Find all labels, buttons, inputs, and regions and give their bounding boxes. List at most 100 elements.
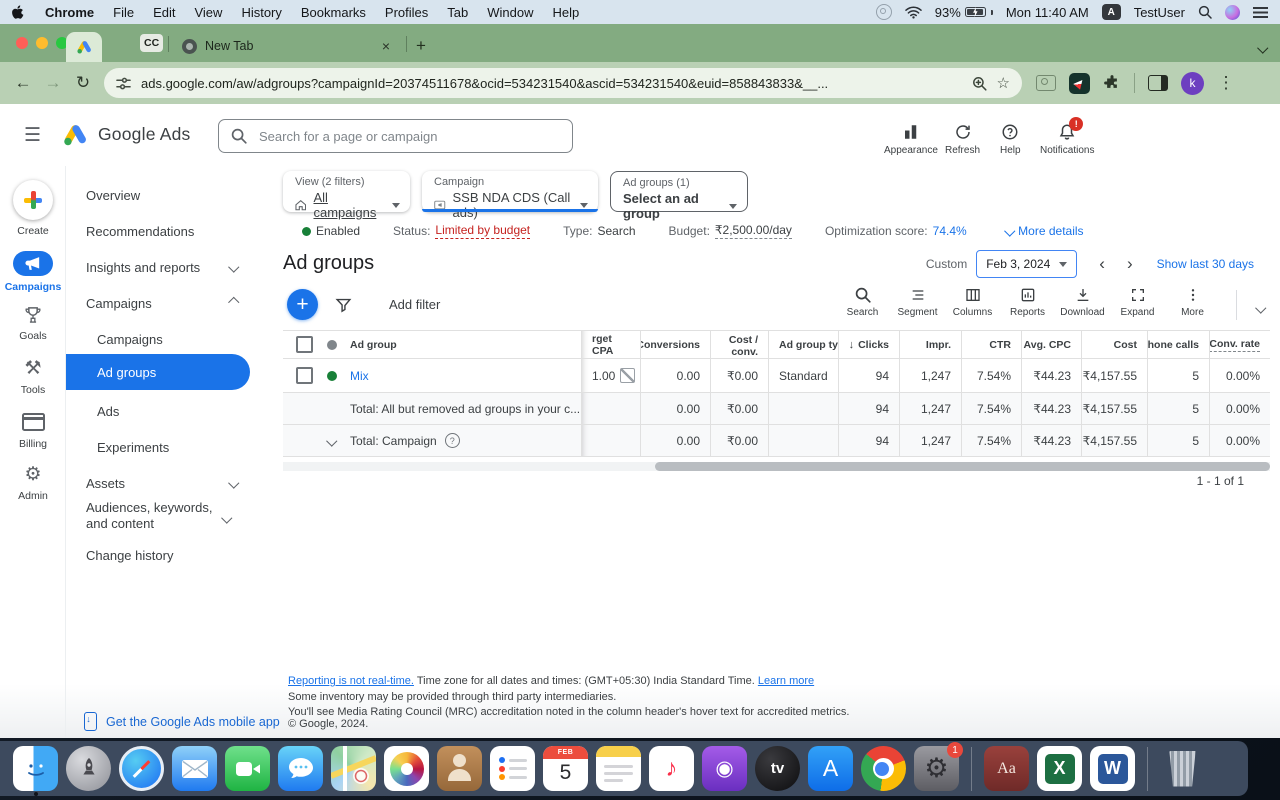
battery-indicator[interactable]: 93% (935, 5, 993, 20)
table-row-mix[interactable]: Mix 1.00 0.00 ₹0.00 Standard 94 1,247 7.… (283, 359, 1270, 393)
col-conv-rate[interactable]: Conv. rate (1209, 331, 1270, 358)
col-avg-cpc[interactable]: Avg. CPC (1021, 331, 1081, 358)
reports-tool-button[interactable]: Reports (1000, 287, 1055, 318)
screen-mirroring-icon[interactable] (876, 4, 892, 20)
appearance-button[interactable]: Appearance (884, 123, 938, 156)
url-text[interactable]: ads.google.com/aw/adgroups?campaignId=20… (141, 76, 972, 91)
search-tool-button[interactable]: Search (835, 287, 890, 318)
col-cost[interactable]: Cost (1081, 331, 1147, 358)
bookmark-star-icon[interactable]: ☆ (997, 74, 1010, 92)
dock-safari-icon[interactable] (119, 746, 164, 791)
collapse-toolbar-chevron[interactable] (1257, 298, 1265, 316)
download-tool-button[interactable]: Download (1055, 287, 1110, 318)
menubar-app-chrome[interactable]: Chrome (45, 5, 94, 20)
dock-apple-tv-icon[interactable]: tv (755, 746, 800, 791)
dock-trash-icon[interactable] (1160, 746, 1205, 791)
control-center-icon[interactable] (1253, 7, 1268, 18)
menubar-user[interactable]: TestUser (1134, 5, 1185, 20)
dock-podcasts-icon[interactable]: ◉ (702, 746, 747, 791)
nav-sub-ad-groups-selected[interactable]: Ad groups (66, 354, 250, 390)
expand-total-chevron[interactable] (327, 435, 338, 446)
search-input[interactable] (257, 128, 560, 145)
tab-group-chip[interactable]: CC (140, 34, 163, 52)
nav-change-history[interactable]: Change history (66, 544, 283, 566)
new-tab-button[interactable]: + (416, 36, 426, 56)
dock-system-preferences-icon[interactable]: ⚙ 1 (914, 746, 959, 791)
browser-profile-avatar[interactable]: k (1181, 72, 1204, 95)
menubar-window[interactable]: Window (487, 5, 533, 20)
siri-icon[interactable] (1225, 5, 1240, 20)
dock-contacts-icon[interactable] (437, 746, 482, 791)
close-window-button[interactable] (16, 37, 28, 49)
help-circle-icon[interactable]: ? (445, 433, 460, 448)
menubar-clock[interactable]: Mon 11:40 AM (1006, 5, 1089, 20)
rail-goals-button[interactable]: Goals (0, 305, 66, 342)
site-settings-icon[interactable] (116, 76, 131, 91)
rail-create-button[interactable]: Create (0, 180, 66, 237)
menubar-help[interactable]: Help (553, 5, 580, 20)
help-button[interactable]: Help (1000, 123, 1021, 156)
previous-date-button[interactable]: ‹ (1099, 254, 1105, 274)
col-ad-group-type[interactable]: Ad group type (768, 331, 838, 358)
tab-new-tab[interactable]: New Tab × (172, 30, 404, 62)
horizontal-scrollbar[interactable] (283, 462, 1270, 471)
columns-tool-button[interactable]: Columns (945, 287, 1000, 318)
dock-excel-icon[interactable]: X (1037, 746, 1082, 791)
nav-sub-campaigns[interactable]: Campaigns (66, 328, 283, 350)
nav-sub-experiments[interactable]: Experiments (66, 436, 283, 458)
col-clicks-sorted[interactable]: ↓Clicks (838, 331, 899, 358)
reload-button[interactable]: ↻ (68, 73, 98, 93)
main-menu-hamburger-icon[interactable]: ☰ (24, 124, 41, 147)
dock-word-icon[interactable]: W (1090, 746, 1135, 791)
enabled-status-dot-icon[interactable] (327, 371, 337, 381)
segment-tool-button[interactable]: Segment (890, 287, 945, 318)
status-limited-by-budget[interactable]: Limited by budget (435, 223, 530, 239)
col-cost-per-conv[interactable]: Cost /conv. (710, 331, 768, 358)
nav-recommendations[interactable]: Recommendations (66, 220, 283, 242)
ad-group-filter-card[interactable]: Ad groups (1) Select an ad group (610, 171, 748, 212)
dock-reminders-icon[interactable] (490, 746, 535, 791)
status-filter-dot-icon[interactable] (327, 340, 337, 350)
google-ads-logo[interactable]: Google Ads (62, 122, 190, 147)
select-all-checkbox[interactable] (296, 336, 313, 353)
wifi-icon[interactable] (905, 6, 922, 19)
dock-launchpad-icon[interactable] (66, 746, 111, 791)
menubar-file[interactable]: File (113, 5, 134, 20)
dock-app-store-icon[interactable]: A (808, 746, 853, 791)
ads-search-box[interactable] (218, 119, 573, 153)
dock-music-icon[interactable]: ♪ (649, 746, 694, 791)
dock-dictionary-icon[interactable]: Aa (984, 746, 1029, 791)
refresh-button[interactable]: Refresh (945, 123, 980, 156)
zoom-page-icon[interactable] (972, 76, 987, 91)
filter-funnel-icon[interactable] (335, 296, 352, 313)
menubar-history[interactable]: History (241, 5, 281, 20)
tab-search-icon[interactable] (1259, 38, 1267, 56)
mobile-app-link[interactable]: Get the Google Ads mobile app (84, 712, 280, 731)
nav-sub-ads[interactable]: Ads (66, 400, 283, 422)
active-tab-google-ads[interactable] (66, 32, 102, 62)
back-button[interactable]: ← (8, 73, 38, 93)
ad-group-name-link[interactable]: Mix (350, 369, 369, 383)
budget-value[interactable]: ₹2,500.00/day (715, 223, 792, 239)
extensions-puzzle-icon[interactable] (1103, 74, 1121, 92)
dock-mail-icon[interactable] (172, 746, 217, 791)
campaign-filter-card[interactable]: Campaign SSB NDA CDS (Call ads) (422, 171, 598, 212)
nav-assets[interactable]: Assets (66, 472, 283, 494)
col-ctr[interactable]: CTR (961, 331, 1021, 358)
view-filter-card[interactable]: View (2 filters) All campaigns (283, 171, 410, 212)
dock-photos-icon[interactable] (384, 746, 429, 791)
rail-tools-button[interactable]: ⚒ Tools (0, 359, 66, 396)
nav-insights-and-reports[interactable]: Insights and reports (66, 256, 283, 278)
menubar-profiles[interactable]: Profiles (385, 5, 428, 20)
scrollbar-thumb[interactable] (655, 462, 1270, 471)
col-conversions[interactable]: Conversions (640, 331, 710, 358)
row-checkbox[interactable] (296, 367, 313, 384)
tab-close-icon[interactable]: × (378, 38, 394, 54)
dock-maps-icon[interactable] (331, 746, 376, 791)
spotlight-search-icon[interactable] (1198, 5, 1212, 19)
col-impressions[interactable]: Impr. (899, 331, 961, 358)
dock-messages-icon[interactable] (278, 746, 323, 791)
dock-chrome-icon[interactable] (861, 746, 906, 791)
rail-admin-button[interactable]: ⚙ Admin (0, 465, 66, 502)
input-source-badge[interactable]: A (1102, 4, 1121, 20)
